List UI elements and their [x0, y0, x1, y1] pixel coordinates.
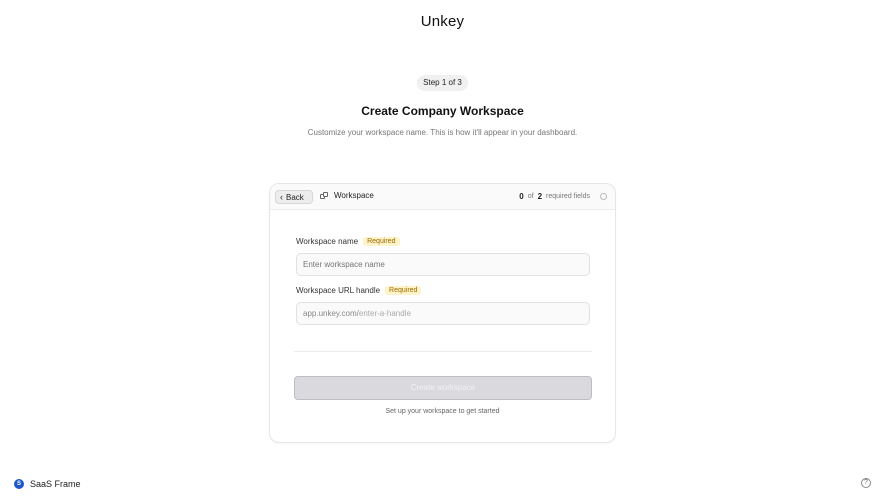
workspace-name-label: Workspace name Required	[296, 237, 400, 246]
handle-placeholder: enter-a-handle	[358, 309, 411, 318]
step-indicator: Step 1 of 3	[417, 75, 468, 91]
workspace-icon	[320, 192, 328, 199]
required-done-count: 0	[519, 192, 524, 201]
saasframe-logo-icon: S	[14, 479, 24, 489]
workspace-name-input[interactable]	[296, 253, 590, 276]
chevron-left-icon: ‹	[280, 191, 283, 202]
progress-circle-icon	[600, 193, 607, 200]
app-title: Unkey	[420, 13, 465, 30]
workspace-handle-label-text: Workspace URL handle	[296, 286, 381, 295]
page-title: Create Company Workspace	[361, 104, 524, 118]
required-fields-counter: 0 of 2 required fields	[519, 192, 607, 201]
workspace-handle-input[interactable]: app.unkey.com/ enter-a-handle	[296, 302, 590, 325]
page-subtitle: Customize your workspace name. This is h…	[307, 128, 578, 137]
help-icon[interactable]: ?	[861, 478, 871, 488]
workspace-name-label-text: Workspace name	[296, 237, 359, 246]
required-suffix: required fields	[546, 193, 590, 200]
required-of-text: of	[527, 193, 534, 200]
footer-brand[interactable]: S SaaS Frame	[14, 479, 81, 489]
workspace-handle-label: Workspace URL handle Required	[296, 286, 422, 295]
required-badge: Required	[385, 286, 422, 295]
create-workspace-button[interactable]: Create workspace	[294, 376, 592, 400]
workspace-form-card: ‹ Back Workspace 0 of 2 required fields …	[269, 183, 616, 443]
footer-brand-name: SaaS Frame	[30, 479, 81, 489]
url-prefix: app.unkey.com/	[303, 309, 359, 318]
form-hint: Set up your workspace to get started	[385, 408, 500, 415]
required-total-count: 2	[537, 192, 543, 201]
back-button[interactable]: ‹ Back	[275, 190, 313, 204]
page: Unkey Step 1 of 3 Create Company Workspa…	[0, 0, 885, 502]
card-header: ‹ Back Workspace 0 of 2 required fields	[270, 184, 615, 210]
back-button-label: Back	[286, 192, 304, 202]
required-badge: Required	[363, 237, 400, 246]
divider	[294, 351, 592, 352]
workspace-tab: Workspace	[320, 191, 374, 200]
workspace-tab-label: Workspace	[334, 191, 374, 200]
